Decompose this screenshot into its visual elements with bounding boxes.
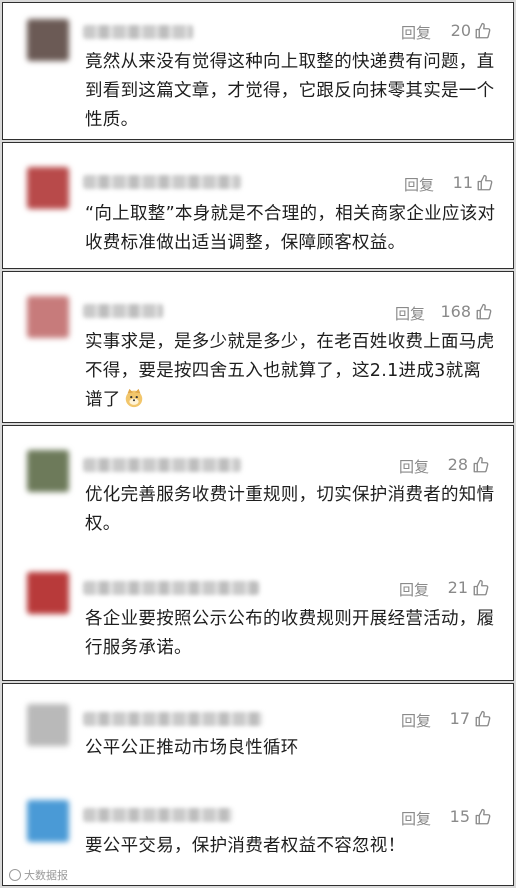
username-blurred[interactable] xyxy=(83,304,163,318)
thumbs-up-icon[interactable] xyxy=(472,456,490,474)
username-blurred[interactable] xyxy=(83,712,263,726)
avatar[interactable] xyxy=(27,450,69,492)
username-blurred[interactable] xyxy=(83,175,241,189)
comment-text: 各企业要按照公示公布的收费规则开展经营活动，履行服务承诺。 xyxy=(85,609,495,658)
like-count: 168 xyxy=(440,302,471,321)
avatar[interactable] xyxy=(27,572,69,614)
thumbs-up-icon[interactable] xyxy=(474,808,492,826)
comment-card: 回复 17 公平公正推动市场良性循环 回复 15 要公平交易，保护消费者权益不容… xyxy=(2,683,514,886)
avatar[interactable] xyxy=(27,704,69,746)
comment-text: 竟然从来没有觉得这种向上取整的快递费有问题，直到看到这篇文章，才觉得，它跟反向抹… xyxy=(85,52,495,130)
reply-button[interactable]: 回复 xyxy=(399,579,429,600)
thumbs-up-icon[interactable] xyxy=(474,22,492,40)
comment-text: 实事求是，是多少就是多少，在老百姓收费上面马虎不得，要是按四舍五入也就算了，这2… xyxy=(85,328,497,415)
comment-text-content: 实事求是，是多少就是多少，在老百姓收费上面马虎不得，要是按四舍五入也就算了，这2… xyxy=(85,332,495,410)
reply-button[interactable]: 回复 xyxy=(401,808,431,829)
reply-button[interactable]: 回复 xyxy=(401,710,431,731)
reply-button[interactable]: 回复 xyxy=(395,303,425,324)
comment-card: 回复 168 实事求是，是多少就是多少，在老百姓收费上面马虎不得，要是按四舍五入… xyxy=(2,271,514,423)
username-blurred[interactable] xyxy=(83,808,233,822)
comment-text: 要公平交易，保护消费者权益不容忽视！ xyxy=(85,836,406,856)
reply-button[interactable]: 回复 xyxy=(401,22,431,43)
like-count: 11 xyxy=(452,173,473,192)
comment-card: 回复 28 优化完善服务收费计重规则，切实保护消费者的知情权。 回复 21 各企… xyxy=(2,425,514,681)
comment-card: 回复 20 竟然从来没有觉得这种向上取整的快递费有问题，直到看到这篇文章，才觉得… xyxy=(2,2,514,140)
reply-button[interactable]: 回复 xyxy=(404,174,434,195)
like-count: 17 xyxy=(449,709,470,728)
username-blurred[interactable] xyxy=(83,458,241,472)
thumbs-up-icon[interactable] xyxy=(472,579,490,597)
username-blurred[interactable] xyxy=(83,581,259,595)
comment-text: “向上取整”本身就是不合理的，相关商家企业应该对收费标准做出适当调整，保障顾客权… xyxy=(85,204,496,253)
like-count: 20 xyxy=(450,21,471,40)
avatar[interactable] xyxy=(27,19,69,61)
comment-card: 回复 11 “向上取整”本身就是不合理的，相关商家企业应该对收费标准做出适当调整… xyxy=(2,142,514,269)
like-count: 15 xyxy=(449,807,470,826)
avatar[interactable] xyxy=(27,167,69,209)
thumbs-up-icon[interactable] xyxy=(476,174,494,192)
watermark-logo-icon xyxy=(9,869,21,881)
comment-text: 优化完善服务收费计重规则，切实保护消费者的知情权。 xyxy=(85,485,495,534)
like-count: 28 xyxy=(447,455,468,474)
comment-text: 公平公正推动市场良性循环 xyxy=(85,738,299,758)
username-blurred[interactable] xyxy=(83,25,193,39)
thumbs-up-icon[interactable] xyxy=(474,710,492,728)
avatar[interactable] xyxy=(27,296,69,338)
thumbs-up-icon[interactable] xyxy=(475,303,493,321)
reply-button[interactable]: 回复 xyxy=(399,456,429,477)
watermark: 大数据报 xyxy=(9,867,68,883)
doge-emoji xyxy=(125,388,142,408)
avatar[interactable] xyxy=(27,800,69,842)
watermark-text: 大数据报 xyxy=(24,869,68,882)
like-count: 21 xyxy=(447,578,468,597)
